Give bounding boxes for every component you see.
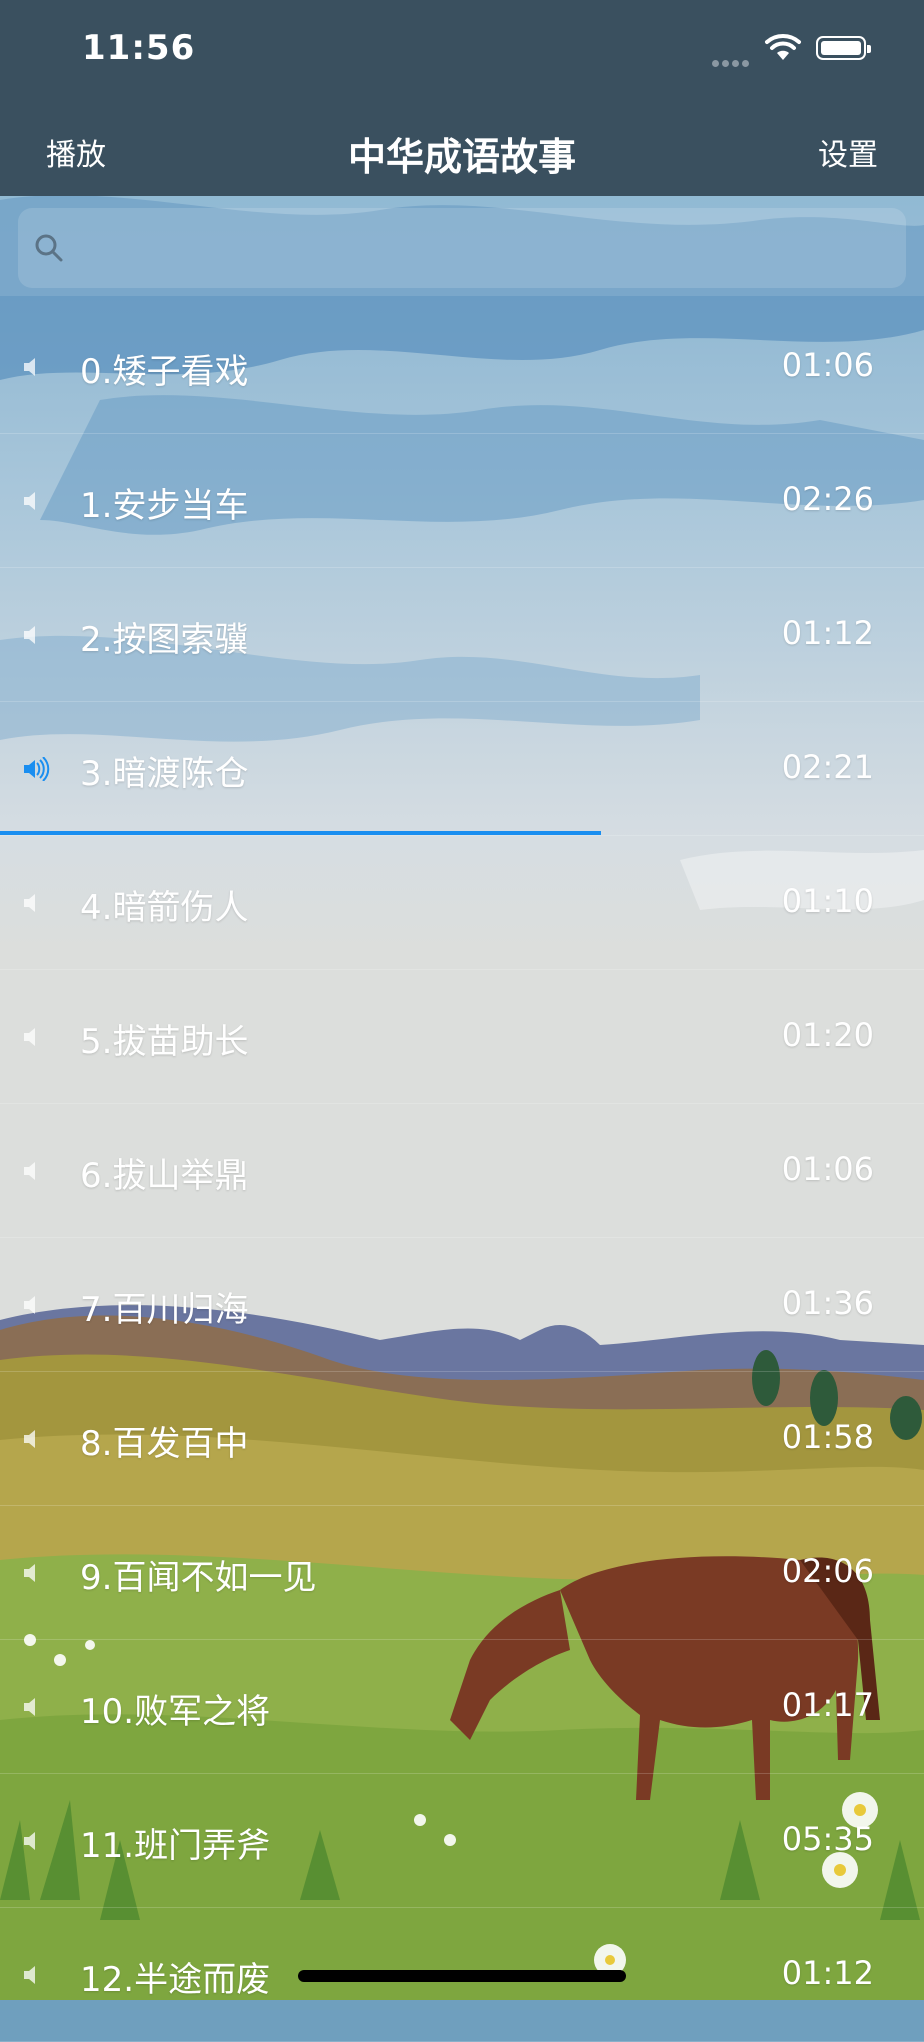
speaker-icon <box>24 1430 35 1448</box>
story-duration: 02:06 <box>781 1552 874 1590</box>
search-input[interactable] <box>18 208 906 288</box>
list-item[interactable]: 9.百闻不如一见 02:06 <box>0 1506 924 1640</box>
story-title: 12.半途而废 <box>80 1960 271 2000</box>
story-title: 6.拔山举鼎 <box>80 1156 249 1196</box>
page-title: 中华成语故事 <box>347 135 576 179</box>
story-duration: 01:58 <box>781 1418 874 1456</box>
story-duration: 01:06 <box>781 346 874 384</box>
story-title: 7.百川归海 <box>80 1290 249 1330</box>
story-title: 5.拔苗助长 <box>80 1022 249 1062</box>
speaker-icon <box>24 1162 35 1180</box>
status-time: 11:56 <box>82 28 196 68</box>
list-item[interactable]: 6.拔山举鼎 01:06 <box>0 1104 924 1238</box>
speaker-icon <box>24 626 35 644</box>
speaker-playing-icon <box>24 757 50 781</box>
cellular-signal-icon <box>712 52 752 71</box>
story-list: 0.矮子看戏 01:06 1.安步当车 02:26 2.按图索骥 01:12 3.暗渡陈仓 0… <box>0 300 924 2042</box>
list-item[interactable]: 0.矮子看戏 01:06 <box>0 300 924 434</box>
home-indicator <box>298 1970 626 1982</box>
speaker-icon <box>24 1564 35 1582</box>
story-duration: 02:21 <box>781 748 874 786</box>
search-bar <box>0 196 924 296</box>
list-item[interactable]: 7.百川归海 01:36 <box>0 1238 924 1372</box>
list-item[interactable]: 3.暗渡陈仓 02:21 <box>0 702 924 836</box>
story-title: 10.败军之将 <box>80 1692 271 1732</box>
list-item[interactable]: 10.败军之将 01:17 <box>0 1640 924 1774</box>
speaker-icon <box>24 358 35 376</box>
story-title: 1.安步当车 <box>80 486 249 526</box>
list-item[interactable]: 2.按图索骥 01:12 <box>0 568 924 702</box>
speaker-icon <box>24 492 35 510</box>
story-duration: 01:06 <box>781 1150 874 1188</box>
story-title: 9.百闻不如一见 <box>80 1558 317 1598</box>
search-icon <box>35 234 63 262</box>
list-item[interactable]: 4.暗箭伤人 01:10 <box>0 836 924 970</box>
playback-progress-bar <box>0 831 601 835</box>
speaker-icon <box>24 1698 35 1716</box>
story-title: 4.暗箭伤人 <box>80 888 249 928</box>
story-title: 8.百发百中 <box>80 1424 249 1464</box>
wifi-icon <box>765 34 801 60</box>
story-title: 2.按图索骥 <box>80 620 249 660</box>
status-bar: 11:56 <box>0 0 924 100</box>
story-title: 0.矮子看戏 <box>80 352 249 392</box>
navigation-bar: 播放 中华成语故事 设置 <box>0 100 924 196</box>
story-title: 3.暗渡陈仓 <box>80 754 249 794</box>
story-title: 11.班门弄斧 <box>80 1826 271 1866</box>
story-duration: 01:12 <box>781 614 874 652</box>
story-duration: 01:36 <box>781 1284 874 1322</box>
story-duration: 02:26 <box>781 480 874 518</box>
battery-icon <box>816 36 871 60</box>
story-duration: 01:17 <box>781 1686 874 1724</box>
speaker-icon <box>24 1832 35 1850</box>
speaker-icon <box>24 1028 35 1046</box>
list-item[interactable]: 8.百发百中 01:58 <box>0 1372 924 1506</box>
speaker-icon <box>24 1296 35 1314</box>
list-item[interactable]: 1.安步当车 02:26 <box>0 434 924 568</box>
story-duration: 01:10 <box>781 882 874 920</box>
list-item[interactable]: 5.拔苗助长 01:20 <box>0 970 924 1104</box>
settings-button[interactable]: 设置 <box>818 130 878 174</box>
story-duration: 01:12 <box>781 1954 874 1992</box>
list-item[interactable]: 11.班门弄斧 05:35 <box>0 1774 924 1908</box>
story-duration: 01:20 <box>781 1016 874 1054</box>
speaker-icon <box>24 1966 35 1984</box>
speaker-icon <box>24 894 35 912</box>
story-duration: 05:35 <box>781 1820 874 1858</box>
